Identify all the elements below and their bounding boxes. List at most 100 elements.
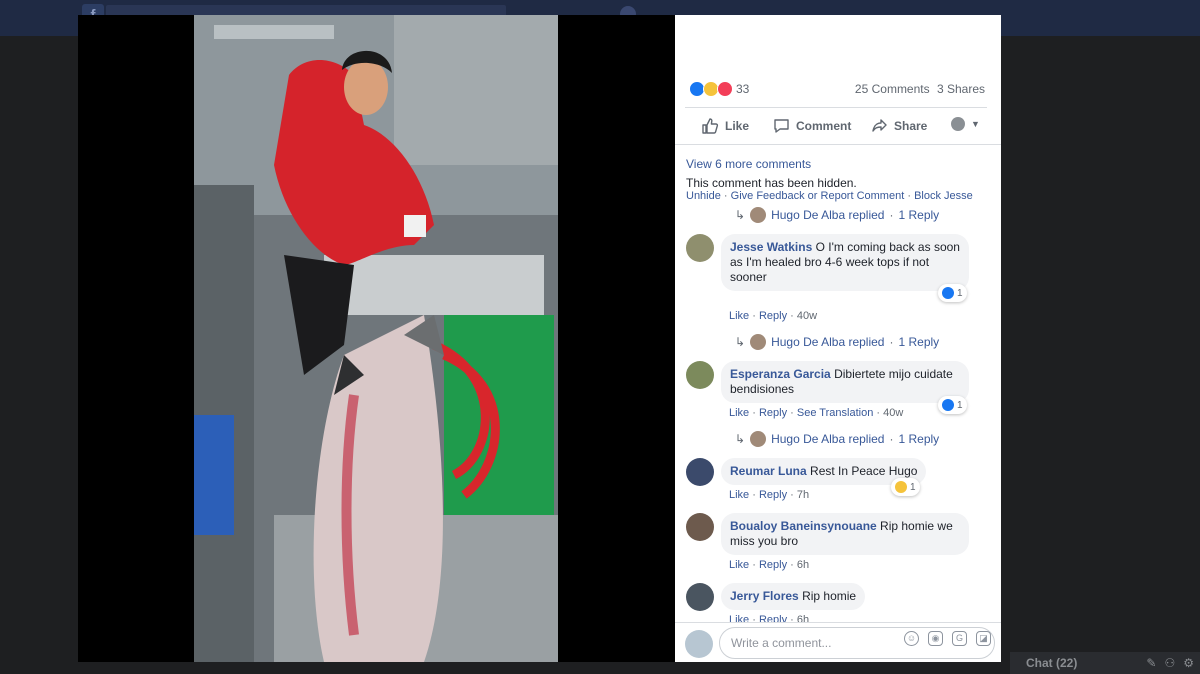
view-more-comments-link[interactable]: View 6 more comments	[686, 157, 811, 171]
comment-reaction-badge[interactable]: 1	[938, 284, 967, 302]
love-reaction-icon	[717, 81, 733, 97]
like-button[interactable]: Like	[701, 117, 749, 135]
chevron-down-icon: ▼	[971, 119, 980, 129]
comment-meta: Like · Reply · 7h	[729, 489, 810, 501]
comment-bubble: Esperanza Garcia Dibiertete mijo cuidate…	[721, 361, 969, 403]
reply-summary[interactable]: ↳ Hugo De Alba replied · 1 Reply	[735, 334, 939, 350]
reply-arrow-icon: ↳	[735, 208, 746, 222]
avatar[interactable]	[686, 583, 714, 611]
hidden-comment-actions: Unhide · Give Feedback or Report Comment…	[686, 190, 973, 202]
comment-text: Rip homie	[802, 589, 857, 603]
avatar[interactable]	[686, 361, 714, 389]
avatar	[750, 334, 767, 350]
comment-reaction-count: 1	[910, 481, 916, 493]
comment-bubble: Boualoy Baneinsynouane Rip homie we miss…	[721, 513, 969, 555]
see-translation-link[interactable]: See Translation	[797, 407, 873, 419]
comment-author[interactable]: Esperanza Garcia	[730, 367, 831, 381]
photo[interactable]	[194, 15, 558, 662]
comment-meta: Like · Reply · 40w	[729, 310, 818, 322]
comment-time[interactable]: 6h	[797, 559, 809, 571]
like-button-label: Like	[725, 119, 750, 133]
action-bar: Like Comment Share ▼	[685, 113, 987, 139]
comment-like-link[interactable]: Like	[729, 559, 749, 571]
comment-like-link[interactable]: Like	[729, 310, 749, 322]
avatar[interactable]	[686, 458, 714, 486]
reaction-icons	[689, 81, 737, 97]
composer-icons: ☺ ◉ G ◪	[904, 631, 991, 646]
comment-author[interactable]: Jerry Flores	[730, 589, 799, 603]
reaction-count[interactable]: 33	[736, 82, 749, 96]
engagement-stats: 25 Comments 3 Shares	[851, 82, 985, 96]
shares-count[interactable]: 3 Shares	[937, 82, 985, 96]
avatar	[951, 117, 965, 131]
comment-icon	[774, 119, 789, 133]
reply-author: Hugo De Alba replied	[771, 335, 885, 349]
emoji-icon[interactable]: ☺	[904, 631, 919, 646]
avatar	[750, 431, 767, 447]
sad-reaction-icon	[895, 481, 907, 493]
reply-author: Hugo De Alba replied	[771, 208, 885, 222]
thumbs-up-icon	[702, 118, 719, 134]
comment-reaction-badge[interactable]: 1	[891, 478, 920, 496]
share-button-label: Share	[894, 118, 928, 133]
block-user-link[interactable]: Block Jesse	[914, 190, 973, 202]
comment-bubble: Jesse Watkins O I'm coming back as soon …	[721, 234, 969, 291]
comment-reply-link[interactable]: Reply	[759, 407, 787, 419]
comment-author[interactable]: Reumar Luna	[730, 464, 807, 478]
reply-author: Hugo De Alba replied	[771, 432, 885, 446]
reply-arrow-icon: ↳	[735, 335, 746, 349]
hidden-comment-text: This comment has been hidden.	[686, 176, 857, 190]
comment-time[interactable]: 7h	[797, 489, 809, 501]
divider	[685, 107, 987, 108]
reply-summary[interactable]: ↳ Hugo De Alba replied · 1 Reply	[735, 431, 939, 447]
comment-time[interactable]: 40w	[883, 407, 903, 419]
chat-bar[interactable]: Chat (22) ✎ ⚇ ⚙	[1010, 652, 1200, 674]
comment-button[interactable]: Comment	[773, 117, 851, 134]
add-friends-icon[interactable]: ⚇	[1164, 656, 1175, 670]
comment-text: Rest In Peace Hugo	[810, 464, 918, 478]
comment-reply-link[interactable]: Reply	[759, 559, 787, 571]
give-feedback-link[interactable]: Give Feedback or Report Comment	[731, 190, 905, 202]
comment-list: View 6 more comments This comment has be…	[675, 145, 1001, 626]
chat-icons: ✎ ⚇ ⚙	[1146, 656, 1194, 670]
comment-reaction-badge[interactable]: 1	[938, 396, 967, 414]
comment-like-link[interactable]: Like	[729, 407, 749, 419]
comment-reply-link[interactable]: Reply	[759, 310, 787, 322]
share-icon	[872, 119, 887, 132]
comment-reaction-count: 1	[957, 287, 963, 299]
comment-button-label: Comment	[796, 118, 852, 133]
comment-bubble: Jerry Flores Rip homie	[721, 583, 866, 610]
avatar	[750, 207, 767, 223]
avatar[interactable]	[686, 234, 714, 262]
gif-icon[interactable]: G	[952, 631, 967, 646]
comments-count[interactable]: 25 Comments	[855, 82, 930, 96]
like-reaction-icon	[942, 287, 954, 299]
reply-count: 1 Reply	[898, 335, 940, 349]
comment-time[interactable]: 40w	[797, 310, 817, 322]
avatar	[685, 630, 713, 658]
compose-icon[interactable]: ✎	[1146, 656, 1156, 670]
comment-author[interactable]: Jesse Watkins	[730, 240, 812, 254]
reply-arrow-icon: ↳	[735, 432, 746, 446]
comment-meta: Like · Reply · See Translation · 40w	[729, 407, 904, 419]
camera-icon[interactable]: ◉	[928, 631, 943, 646]
comment-author[interactable]: Boualoy Baneinsynouane	[730, 519, 877, 533]
gear-icon[interactable]: ⚙	[1183, 656, 1194, 670]
reaction-summary[interactable]: 33 25 Comments 3 Shares	[685, 81, 987, 107]
avatar[interactable]	[686, 513, 714, 541]
reaction-audience-selector[interactable]: ▼	[951, 117, 980, 131]
comment-composer: Write a comment... ☺ ◉ G ◪	[675, 622, 1001, 662]
reply-summary[interactable]: ↳ Hugo De Alba replied · 1 Reply	[735, 207, 939, 223]
reply-count: 1 Reply	[898, 432, 940, 446]
comment-like-link[interactable]: Like	[729, 489, 749, 501]
unhide-link[interactable]: Unhide	[686, 190, 721, 202]
sticker-icon[interactable]: ◪	[976, 631, 991, 646]
comment-meta: Like · Reply · 6h	[729, 559, 810, 571]
comments-panel: 33 25 Comments 3 Shares Like Comment Sha…	[675, 15, 1001, 662]
like-reaction-icon	[942, 399, 954, 411]
comment-reply-link[interactable]: Reply	[759, 489, 787, 501]
reply-count: 1 Reply	[898, 208, 940, 222]
comment-reaction-count: 1	[957, 399, 963, 411]
share-button[interactable]: Share	[871, 117, 927, 134]
chat-label[interactable]: Chat (22)	[1026, 656, 1077, 670]
